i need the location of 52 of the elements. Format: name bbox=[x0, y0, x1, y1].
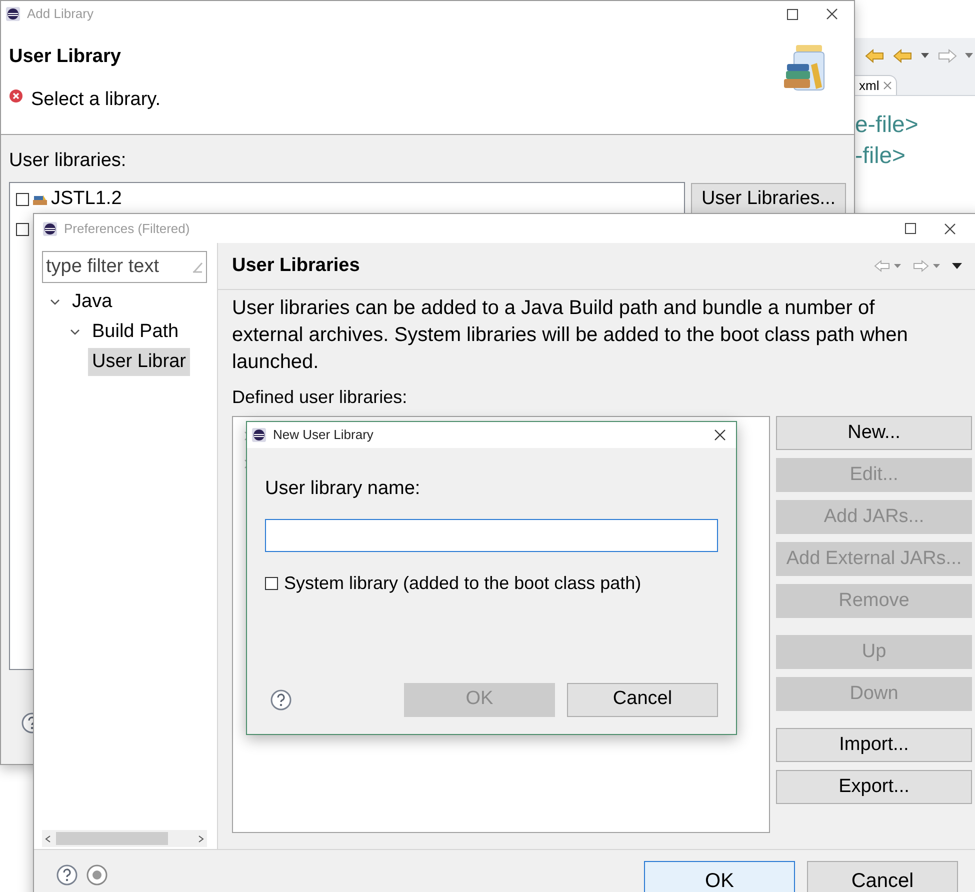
back-arrow-icon[interactable] bbox=[893, 49, 913, 63]
checkbox[interactable] bbox=[265, 576, 278, 590]
list-label: Defined user libraries: bbox=[232, 386, 408, 409]
page-title: User Libraries bbox=[232, 254, 360, 278]
scrollbar-thumb[interactable] bbox=[56, 832, 168, 845]
app-icon bbox=[42, 220, 58, 236]
window-title: Add Library bbox=[27, 5, 94, 24]
scroll-right-icon[interactable] bbox=[197, 834, 205, 842]
library-icon bbox=[33, 194, 47, 206]
dialog-button[interactable]: New... bbox=[776, 416, 972, 450]
dialog-button[interactable]: Import... bbox=[776, 728, 972, 762]
tree-item[interactable]: Java bbox=[68, 288, 116, 316]
error-icon bbox=[9, 88, 23, 103]
page-heading: User Library bbox=[9, 45, 122, 69]
maximize-icon[interactable] bbox=[905, 223, 916, 234]
checkbox[interactable] bbox=[16, 223, 29, 236]
page-description: User libraries can be added to a Java Build path and bundle a number of external archives. System libraries will be added to the boot class path when launched. bbox=[232, 296, 909, 375]
name-input-field[interactable] bbox=[265, 518, 718, 552]
code-line: e-file> bbox=[855, 112, 920, 136]
window-title: Preferences (Filtered) bbox=[64, 220, 190, 238]
field-label: User library name: bbox=[265, 477, 422, 501]
tree-item[interactable]: User Librar bbox=[88, 348, 190, 376]
help-icon[interactable] bbox=[270, 688, 292, 710]
dialog-button[interactable]: OK bbox=[644, 861, 795, 892]
dropdown-icon[interactable] bbox=[894, 264, 901, 268]
dropdown-icon[interactable] bbox=[965, 53, 973, 59]
dialog-title: New User Library bbox=[273, 426, 374, 444]
menu-icon[interactable] bbox=[952, 263, 962, 269]
scroll-left-icon[interactable] bbox=[44, 834, 52, 842]
tree-item[interactable]: Build Path bbox=[88, 318, 183, 346]
filter-field[interactable]: type filter text bbox=[42, 251, 207, 283]
error-message: Select a library. bbox=[31, 88, 161, 112]
code-line: -file> bbox=[855, 143, 906, 167]
close-icon[interactable] bbox=[714, 429, 726, 441]
checkbox[interactable] bbox=[16, 193, 29, 206]
checkbox-label[interactable]: System library (added to the boot class path) bbox=[284, 570, 642, 596]
horizontal-scrollbar[interactable] bbox=[42, 830, 207, 847]
help-icon[interactable] bbox=[56, 864, 78, 886]
app-icon bbox=[251, 427, 267, 443]
list-label: User libraries: bbox=[9, 149, 128, 173]
dialog-button[interactable]: Cancel bbox=[567, 682, 718, 716]
dialog-button[interactable]: Export... bbox=[776, 770, 972, 804]
close-icon[interactable] bbox=[944, 222, 956, 234]
dropdown-icon[interactable] bbox=[933, 264, 940, 268]
close-icon[interactable] bbox=[826, 8, 838, 20]
editor-tab[interactable]: xml bbox=[855, 75, 898, 95]
library-name[interactable]: JSTL1.2 bbox=[51, 185, 122, 214]
dropdown-icon[interactable] bbox=[921, 53, 929, 59]
back-arrow-icon[interactable] bbox=[865, 49, 885, 63]
app-icon bbox=[5, 6, 21, 22]
maximize-icon[interactable] bbox=[787, 8, 798, 20]
dialog-button[interactable]: Cancel bbox=[807, 861, 958, 892]
